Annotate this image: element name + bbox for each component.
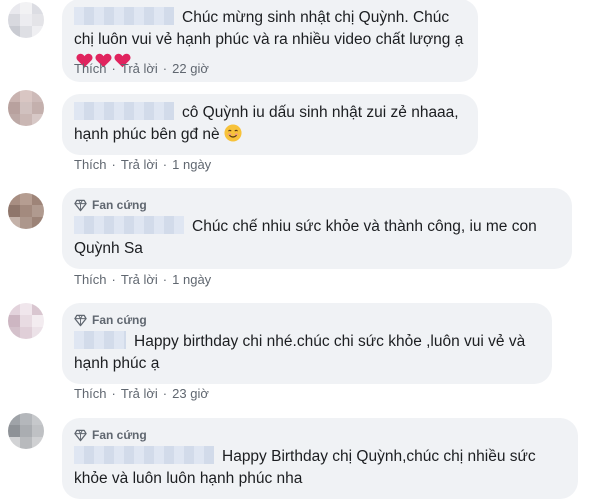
comment-text-wrap: Happy birthday chi nhé.chúc chi sức khỏe… (74, 331, 540, 375)
separator: · (162, 272, 168, 287)
separator: · (111, 61, 116, 76)
comment-actions: Thích · Trả lời · 1 ngày (74, 157, 211, 172)
reply-link[interactable]: Trả lời (121, 61, 158, 76)
like-link[interactable]: Thích (74, 272, 107, 287)
separator: · (111, 272, 116, 287)
diamond-icon (74, 199, 87, 211)
badge-label: Fan cứng (92, 313, 147, 327)
like-link[interactable]: Thích (74, 157, 107, 172)
like-link[interactable]: Thích (74, 61, 107, 76)
separator: · (162, 157, 168, 172)
timestamp[interactable]: 1 ngày (172, 157, 211, 172)
comment-actions: Thích · Trả lời · 23 giờ (74, 386, 209, 401)
badge-label: Fan cứng (92, 198, 147, 212)
avatar[interactable] (8, 413, 44, 449)
commenter-name-redacted[interactable] (74, 331, 126, 349)
fan-badge: Fan cứng (74, 196, 560, 214)
reply-link[interactable]: Trả lời (121, 386, 158, 401)
comment-text-wrap: Happy Birthday chị Quỳnh,chúc chị nhiều … (74, 446, 566, 490)
avatar[interactable] (8, 303, 44, 339)
reply-link[interactable]: Trả lời (121, 272, 158, 287)
fan-badge: Fan cứng (74, 426, 566, 444)
comment-text: Happy birthday chi nhé.chúc chi sức khỏe… (74, 333, 526, 372)
commenter-name-redacted[interactable] (74, 446, 214, 464)
reply-link[interactable]: Trả lời (121, 157, 158, 172)
avatar[interactable] (8, 2, 44, 38)
commenter-name-redacted[interactable] (74, 216, 184, 234)
badge-label: Fan cứng (92, 428, 147, 442)
diamond-icon (74, 314, 87, 326)
commenter-name-redacted[interactable] (74, 7, 174, 25)
separator: · (111, 157, 116, 172)
comment-bubble: Fan cứng Happy birthday chi nhé.chúc chi… (62, 303, 552, 384)
comment-bubble: Fan cứng Happy Birthday chị Quỳnh,chúc c… (62, 418, 578, 499)
avatar[interactable] (8, 193, 44, 229)
timestamp[interactable]: 23 giờ (172, 386, 209, 401)
like-link[interactable]: Thích (74, 386, 107, 401)
avatar[interactable] (8, 90, 44, 126)
commenter-name-redacted[interactable] (74, 102, 174, 120)
comment-text-wrap: Chúc chế nhiu sức khỏe và thành công, iu… (74, 216, 560, 260)
diamond-icon (74, 429, 87, 441)
timestamp[interactable]: 1 ngày (172, 272, 211, 287)
comment-actions: Thích · Trả lời · 1 ngày (74, 272, 211, 287)
separator: · (162, 386, 168, 401)
comment-bubble: Fan cứng Chúc chế nhiu sức khỏe và thành… (62, 188, 572, 269)
fan-badge: Fan cứng (74, 311, 540, 329)
comment-actions: Thích · Trả lời · 22 giờ (74, 61, 209, 76)
comment-bubble: cô Quỳnh iu dấu sinh nhật zui zẻ nhaaa, … (62, 94, 478, 155)
comment-text-wrap: cô Quỳnh iu dấu sinh nhật zui zẻ nhaaa, … (74, 102, 466, 146)
separator: · (111, 386, 116, 401)
smiling-face-icon (224, 124, 242, 142)
timestamp[interactable]: 22 giờ (172, 61, 209, 76)
separator: · (162, 61, 168, 76)
